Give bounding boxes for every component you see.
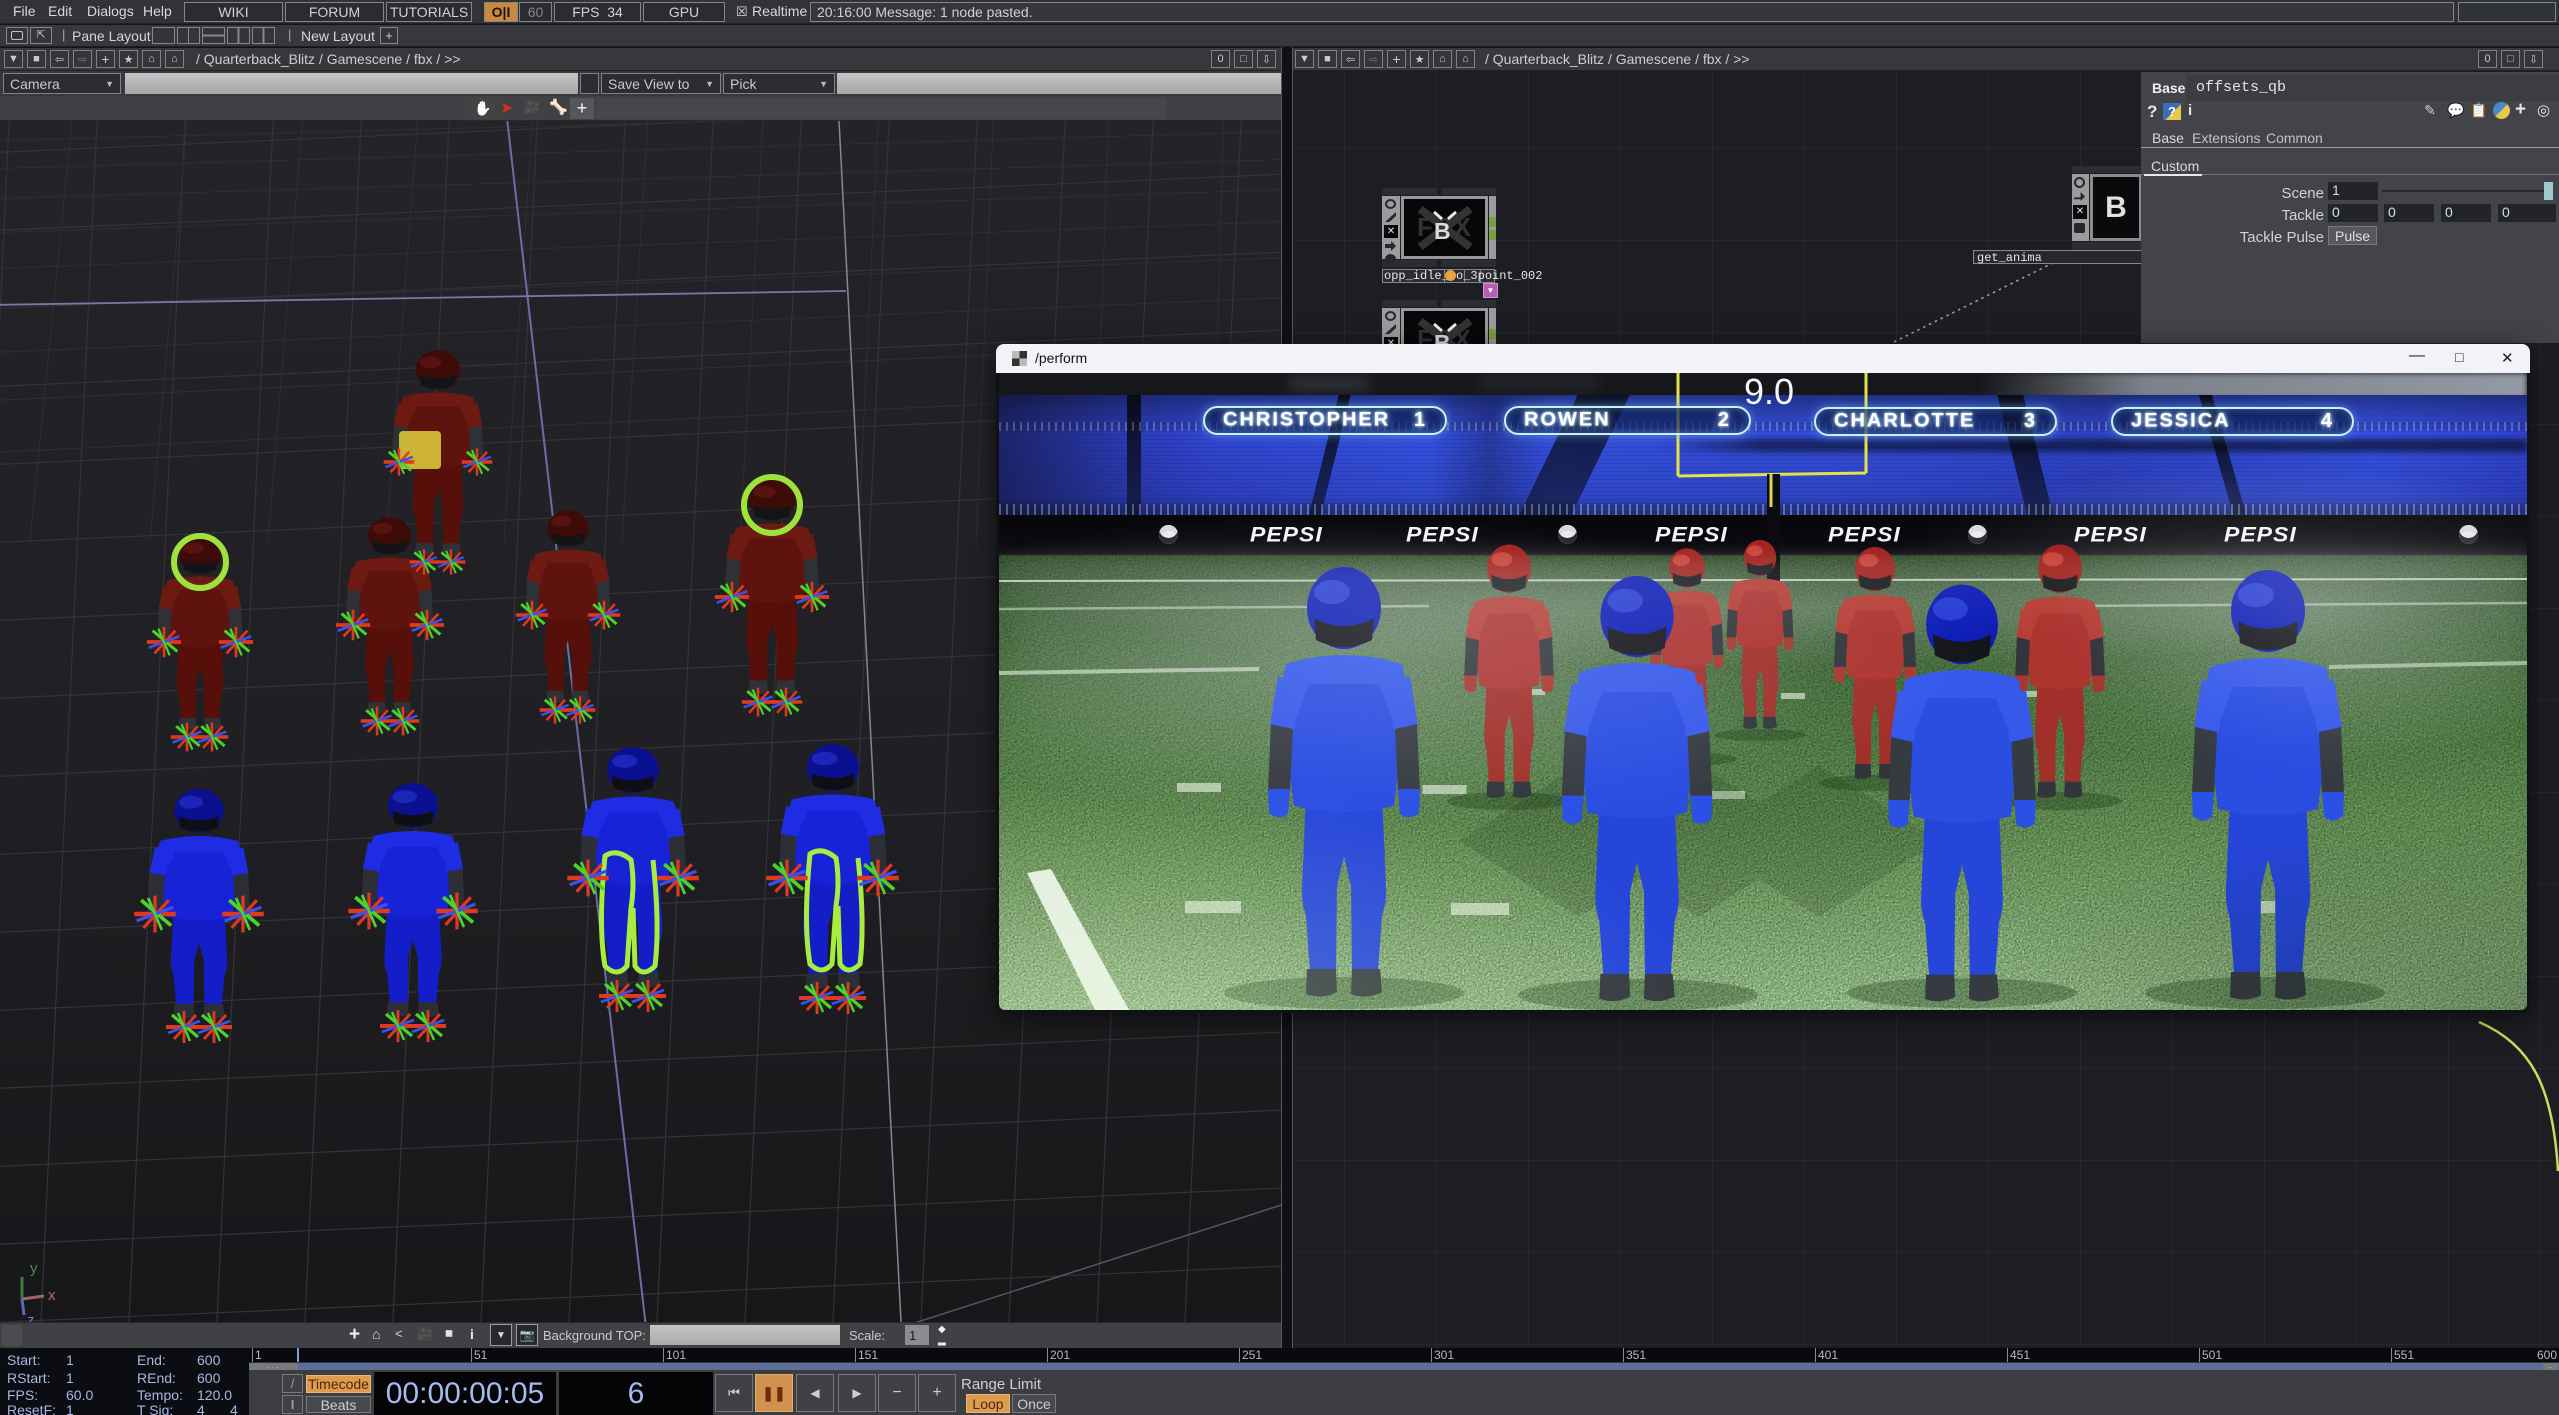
svg-text:B: B (1434, 218, 1451, 244)
svg-text:z: z (27, 1312, 35, 1322)
svg-text:y: y (30, 1260, 38, 1277)
svg-text:x: x (48, 1287, 56, 1304)
